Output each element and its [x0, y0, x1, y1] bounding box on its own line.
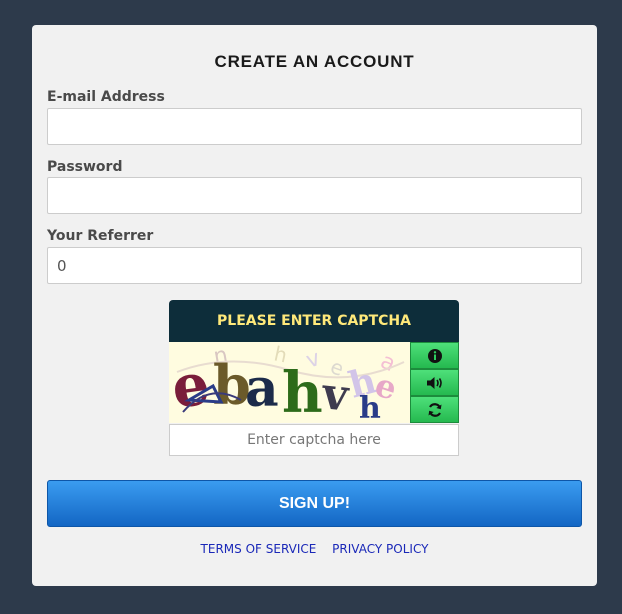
svg-text:e: e	[169, 349, 213, 421]
password-label: Password	[47, 159, 123, 175]
captcha-refresh-button[interactable]	[410, 396, 459, 423]
captcha-image: n h v e a e b a h v h h e	[169, 342, 410, 423]
info-icon	[427, 348, 442, 363]
captcha-image-graphic: n h v e a e b a h v h h e	[169, 342, 405, 423]
page-title: CREATE AN ACCOUNT	[214, 52, 415, 71]
captcha-widget: PLEASE ENTER CAPTCHA n h v e a e b a h v…	[169, 300, 460, 456]
captcha-audio-button[interactable]	[410, 369, 459, 396]
captcha-info-button[interactable]	[410, 342, 459, 369]
email-field[interactable]	[47, 108, 582, 145]
signup-button[interactable]: SIGN UP!	[47, 480, 582, 527]
refresh-icon	[428, 402, 441, 417]
terms-of-service-link[interactable]: TERMS OF SERVICE	[201, 542, 317, 556]
svg-text:a: a	[245, 358, 279, 419]
footer-links: TERMS OF SERVICE PRIVACY POLICY	[32, 542, 597, 556]
signup-card: CREATE AN ACCOUNT E-mail Address Passwor…	[32, 25, 597, 586]
email-label: E-mail Address	[47, 89, 165, 105]
password-field[interactable]	[47, 177, 582, 214]
svg-text:h: h	[282, 360, 323, 423]
speaker-icon	[426, 376, 442, 389]
referrer-label: Your Referrer	[47, 228, 154, 244]
referrer-field[interactable]	[47, 247, 582, 284]
privacy-policy-link[interactable]: PRIVACY POLICY	[332, 542, 428, 556]
captcha-header: PLEASE ENTER CAPTCHA	[169, 300, 459, 342]
captcha-input[interactable]	[169, 424, 459, 456]
